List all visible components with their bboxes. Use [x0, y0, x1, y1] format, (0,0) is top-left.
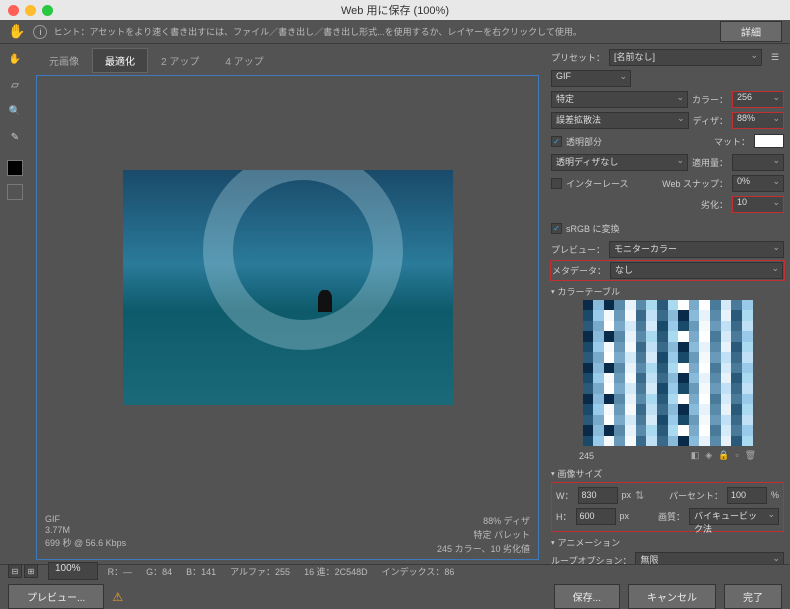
transparency-label: 透明部分: [566, 135, 602, 148]
metadata-select[interactable]: なし: [610, 262, 783, 279]
tab-optimized[interactable]: 最適化: [92, 48, 148, 73]
tool-palette: ✋ ▱ 🔍 ✎: [0, 44, 30, 564]
zoom-select[interactable]: 100%: [48, 562, 98, 580]
info-format: GIF: [45, 514, 126, 524]
ct-new-icon[interactable]: ▫: [735, 450, 738, 461]
info-r: R：—: [108, 565, 133, 578]
info-icon: i: [33, 25, 47, 39]
info-colors: 245 カラー、10 劣化値: [437, 542, 530, 555]
loop-select[interactable]: 無限: [635, 552, 784, 565]
preview-tabs: 元画像 最適化 2 アップ 4 アップ: [30, 44, 545, 73]
metadata-label: メタデータ：: [552, 264, 606, 277]
tab-4up[interactable]: 4 アップ: [212, 48, 276, 73]
info-alpha: アルファ：255: [230, 565, 290, 578]
srgb-label: sRGB に変換: [566, 222, 620, 235]
hint-bar: ✋ i ヒント：アセットをより速く書き出すには、ファイル／書き出し／書き出し形式…: [0, 20, 790, 44]
toggle-swatch[interactable]: [7, 184, 23, 200]
format-select[interactable]: GIF: [551, 70, 631, 87]
info-size: 3.77M: [45, 525, 126, 535]
titlebar: Web 用に保存 (100%): [0, 0, 790, 20]
color-select[interactable]: 256: [732, 91, 784, 108]
width-input[interactable]: [578, 487, 618, 504]
preview-image: [123, 170, 453, 405]
ct-trash-icon[interactable]: 🗑: [745, 450, 756, 461]
warning-icon: ⚠: [112, 590, 123, 604]
interlace-checkbox[interactable]: [551, 178, 562, 189]
preview-label: プレビュー：: [551, 243, 605, 256]
animation-header[interactable]: アニメーション: [551, 536, 784, 549]
preset-select[interactable]: [名前なし]: [609, 49, 762, 66]
ct-lock-icon[interactable]: 🔒: [718, 450, 729, 461]
ct-icon-1[interactable]: ◧: [691, 450, 700, 461]
lossy-select[interactable]: 10: [732, 196, 784, 213]
diffusion-select[interactable]: 誤差拡散法: [551, 112, 689, 129]
info-dither: 88% ディザ: [437, 514, 530, 527]
slice-tool-icon[interactable]: ▱: [6, 76, 24, 94]
w-unit: px: [622, 490, 632, 500]
percent-input[interactable]: [727, 487, 767, 504]
image-size-header[interactable]: 画像サイズ: [551, 467, 784, 480]
transparency-checkbox[interactable]: ✓: [551, 136, 562, 147]
zoom-out-button[interactable]: ⊟: [8, 564, 22, 578]
detail-button[interactable]: 詳細: [720, 21, 782, 42]
lossy-label: 劣化：: [701, 198, 728, 211]
dither-select[interactable]: 88%: [732, 112, 784, 129]
reduction-select[interactable]: 特定: [551, 91, 688, 108]
preview-button[interactable]: プレビュー...: [8, 584, 104, 609]
w-label: W：: [556, 489, 574, 502]
preview-canvas[interactable]: GIF 3.77M 699 秒 @ 56.6 Kbps 88% ディザ 特定 パ…: [36, 75, 539, 560]
matte-label: マット：: [714, 135, 750, 148]
quality-select[interactable]: バイキュービック法: [689, 508, 779, 525]
preset-label: プリセット：: [551, 51, 605, 64]
info-g: G：84: [146, 565, 172, 578]
preview-info: GIF 3.77M 699 秒 @ 56.6 Kbps 88% ディザ 特定 パ…: [45, 514, 530, 555]
zoom-tool-icon[interactable]: 🔍: [6, 102, 24, 120]
preset-menu-icon[interactable]: ☰: [766, 48, 784, 66]
srgb-checkbox[interactable]: ✓: [551, 223, 562, 234]
color-table[interactable]: [583, 300, 753, 446]
link-icon[interactable]: ⇅: [635, 489, 644, 502]
hint-text: ヒント：アセットをより速く書き出すには、ファイル／書き出し／書き出し形式...を…: [53, 25, 720, 38]
amount-label: 適用量：: [692, 156, 728, 169]
h-label: H：: [556, 510, 572, 523]
height-input[interactable]: [576, 508, 616, 525]
hand-tool-icon[interactable]: ✋: [8, 23, 25, 40]
color-table-header[interactable]: カラーテーブル: [551, 285, 784, 298]
save-button[interactable]: 保存...: [554, 584, 620, 609]
tab-original[interactable]: 元画像: [36, 48, 92, 73]
info-index: インデックス：86: [382, 565, 455, 578]
eyedropper-tool-icon[interactable]: ✎: [6, 128, 24, 146]
foreground-swatch[interactable]: [7, 160, 23, 176]
ct-icon-2[interactable]: ◈: [705, 450, 712, 461]
info-palette: 特定 パレット: [437, 528, 530, 541]
matte-swatch[interactable]: [754, 134, 784, 148]
pct-unit: %: [771, 490, 779, 500]
color-label: カラー：: [692, 93, 728, 106]
hand-tool-icon[interactable]: ✋: [6, 50, 24, 68]
footer: ⊟ ⊞ 100% R：— G：84 B：141 アルファ：255 16 進：2C…: [0, 564, 790, 606]
quality-label: 画質：: [658, 510, 685, 523]
info-hex: 16 進：2C548D: [304, 565, 368, 578]
websnap-label: Web スナップ：: [662, 177, 728, 190]
tab-2up[interactable]: 2 アップ: [148, 48, 212, 73]
dither-label: ディザ：: [693, 114, 728, 127]
preview-select[interactable]: モニターカラー: [609, 241, 784, 258]
zoom-in-button[interactable]: ⊞: [24, 564, 38, 578]
color-count: 245: [579, 451, 594, 461]
amount-select[interactable]: [732, 154, 784, 171]
percent-label: パーセント：: [669, 489, 723, 502]
settings-panel: プリセット： [名前なし] ☰ GIF 特定 カラー： 256 誤差拡散法 ディ…: [545, 44, 790, 564]
info-time: 699 秒 @ 56.6 Kbps: [45, 536, 126, 549]
trans-dither-select[interactable]: 透明ディザなし: [551, 154, 688, 171]
websnap-select[interactable]: 0%: [732, 175, 784, 192]
info-b: B：141: [186, 565, 216, 578]
cancel-button[interactable]: キャンセル: [628, 584, 716, 609]
window-title: Web 用に保存 (100%): [0, 2, 790, 18]
done-button[interactable]: 完了: [724, 584, 782, 609]
h-unit: px: [620, 511, 630, 521]
interlace-label: インターレース: [566, 177, 629, 190]
